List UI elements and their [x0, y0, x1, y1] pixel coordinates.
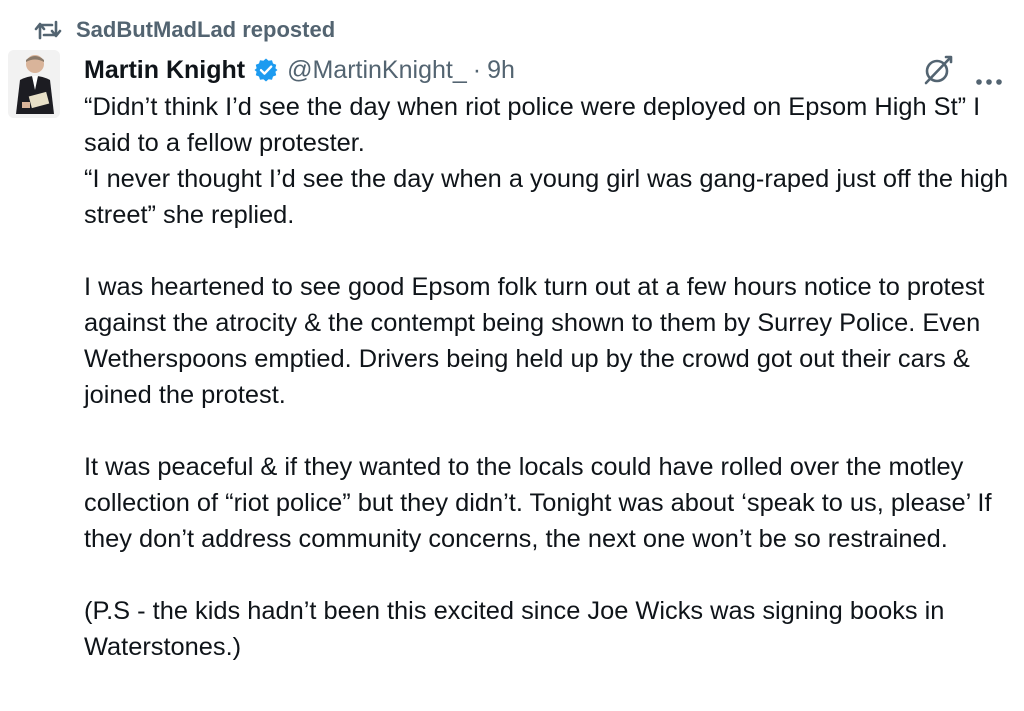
tweet-header: Martin Knight @MartinKnight_ · 9h: [84, 52, 1004, 88]
more-options-icon[interactable]: [974, 65, 1004, 85]
author-name[interactable]: Martin Knight: [84, 56, 245, 85]
grok-icon[interactable]: [922, 54, 954, 86]
verified-badge-icon[interactable]: [253, 57, 279, 83]
author-handle[interactable]: @MartinKnight_: [287, 56, 467, 85]
tweet-paragraph: “Didn’t think I’d see the day when riot …: [84, 93, 981, 157]
tweet-paragraph: “I never thought I’d see the day when a …: [84, 165, 1009, 229]
avatar[interactable]: [8, 50, 60, 118]
repost-icon: [34, 19, 62, 41]
post-time[interactable]: 9h: [487, 56, 515, 85]
tweet-body: “Didn’t think I’d see the day when riot …: [84, 89, 1014, 665]
separator-dot: ·: [472, 55, 482, 84]
tweet-paragraph: (P.S - the kids hadn’t been this excited…: [84, 597, 945, 661]
header-actions: [922, 54, 1004, 86]
repost-context[interactable]: SadButMadLad reposted: [34, 14, 335, 46]
tweet-paragraph: It was peaceful & if they wanted to the …: [84, 453, 992, 553]
tweet-paragraph: I was heartened to see good Epsom folk t…: [84, 273, 985, 409]
repost-label: SadButMadLad reposted: [76, 17, 336, 42]
